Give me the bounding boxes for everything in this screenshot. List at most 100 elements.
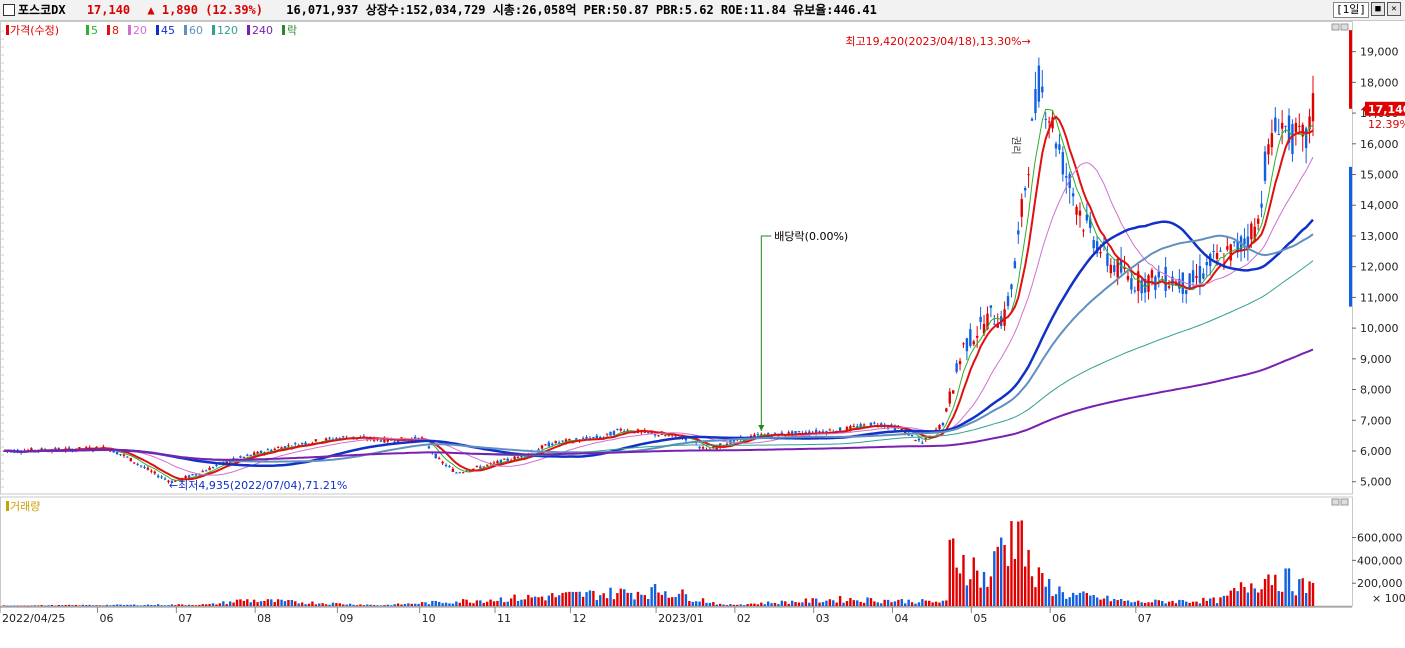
candle-body	[1215, 252, 1219, 259]
candle-body	[609, 431, 612, 436]
select-checkbox[interactable]	[3, 4, 15, 16]
volume-bar	[1027, 549, 1030, 606]
volume-bar	[1030, 576, 1034, 606]
volume-bar	[557, 595, 561, 606]
volume-bar	[458, 602, 461, 606]
volume-bar	[605, 598, 609, 606]
x-tick-label: 09	[339, 612, 353, 625]
volume-bar	[420, 602, 424, 606]
candle-body	[581, 437, 585, 439]
volume-bar	[485, 601, 489, 606]
candle-body	[951, 390, 955, 394]
legend-rak-icon	[282, 25, 285, 35]
volume-bar	[616, 593, 619, 606]
last-pct-label: 12.39%	[1368, 118, 1405, 131]
volume-bar	[19, 605, 23, 606]
volume-bar	[540, 596, 544, 606]
volume-bar	[849, 597, 852, 606]
legend-swatch-120	[212, 25, 215, 35]
volume-bar	[513, 594, 516, 606]
volume-panel-min-icon[interactable]	[1331, 498, 1340, 506]
legend-label-45: 45	[161, 24, 175, 37]
candle-body	[1020, 199, 1023, 217]
candle-body	[1232, 241, 1236, 243]
candle-body	[448, 466, 451, 468]
volume-bar	[437, 601, 441, 606]
volume-bar	[794, 602, 797, 606]
price-tick-label: 11,000	[1360, 291, 1399, 304]
candle-body	[187, 475, 191, 478]
volume-bar	[825, 600, 828, 606]
volume-bar	[126, 604, 129, 606]
candle-body	[441, 461, 444, 464]
volume-bar	[417, 603, 420, 606]
volume-bar	[208, 604, 211, 606]
volume-bar	[1301, 578, 1304, 606]
volume-bar	[98, 605, 102, 606]
volume-bar	[664, 591, 667, 606]
volume-bar	[177, 604, 180, 606]
axis-range-bar-up	[1349, 30, 1352, 109]
volume-bar	[876, 602, 880, 606]
volume-bar	[588, 590, 592, 606]
volume-panel-close-icon[interactable]	[1340, 498, 1349, 506]
volume-bar	[396, 603, 400, 606]
candle-body	[1092, 240, 1095, 249]
candle-body	[561, 440, 564, 442]
price-panel-min-icon[interactable]	[1331, 23, 1340, 31]
volume-bar	[503, 602, 506, 606]
volume-bar	[804, 598, 808, 606]
volume-bar	[465, 599, 468, 606]
volume-bar	[520, 599, 523, 606]
candle-body	[276, 447, 280, 449]
volume-bar	[26, 605, 30, 607]
candle-body	[619, 428, 623, 431]
volume-bar	[139, 605, 143, 606]
legend-volume-icon	[6, 501, 9, 511]
x-tick-label: 02	[737, 612, 751, 625]
volume-bar	[263, 600, 266, 606]
candle-body	[1195, 275, 1198, 279]
candle-body	[1071, 193, 1075, 197]
volume-bar	[37, 605, 40, 606]
volume-bar	[602, 593, 605, 606]
volume-bar	[16, 605, 19, 607]
volume-bar	[472, 603, 475, 606]
candle-body	[239, 456, 242, 458]
candle-body	[516, 456, 520, 458]
legend-rak-label: 락	[287, 24, 297, 37]
volume-bar	[1253, 588, 1256, 606]
candle-body	[1113, 265, 1116, 272]
volume-bar	[886, 599, 890, 606]
volume-bar	[468, 602, 472, 606]
legend-label-240: 240	[252, 24, 273, 37]
volume-bar	[475, 600, 479, 606]
maximize-icon[interactable]: ■	[1371, 2, 1385, 16]
volume-bar	[386, 604, 389, 606]
candle-body	[1078, 210, 1082, 216]
candle-body	[554, 440, 557, 444]
volume-bar	[1034, 587, 1037, 606]
period-button[interactable]: [1일]	[1333, 2, 1369, 18]
volume-bar	[777, 604, 780, 606]
candle-body	[540, 445, 544, 449]
price-panel-close-icon[interactable]	[1340, 23, 1349, 31]
volume-tick-label: 200,000	[1357, 577, 1403, 590]
close-icon[interactable]: ✕	[1387, 2, 1401, 16]
volume-bar	[1167, 601, 1171, 606]
candle-body	[1150, 269, 1154, 278]
high-annotation: 최고19,420(2023/04/18),13.30%→	[845, 35, 1030, 48]
volume-bar	[170, 604, 174, 606]
candle-body	[160, 476, 163, 478]
volume-bar	[753, 603, 756, 606]
volume-bar	[1174, 603, 1178, 606]
x-tick-label: 12	[572, 612, 586, 625]
volume-bar	[962, 554, 965, 606]
volume-bar	[160, 605, 163, 606]
volume-bar	[698, 601, 701, 606]
x-tick-label: 07	[178, 612, 192, 625]
volume-bar	[739, 604, 742, 606]
legend-price-icon	[6, 25, 9, 35]
volume-bar	[852, 600, 856, 606]
volume-bar	[640, 594, 643, 606]
